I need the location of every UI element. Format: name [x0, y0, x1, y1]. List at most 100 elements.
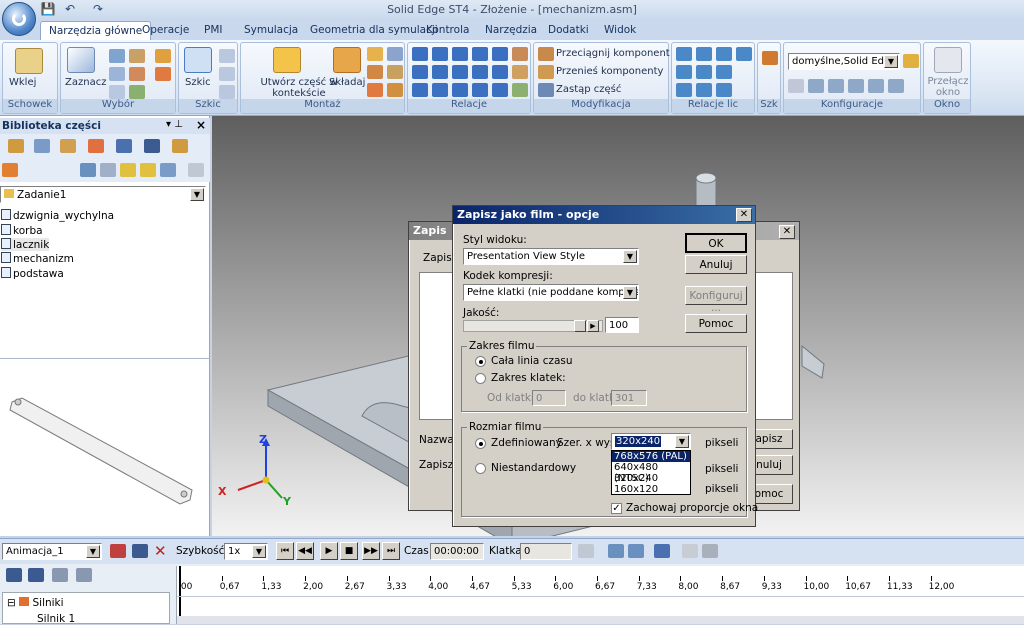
- timeline-tool-icon[interactable]: [28, 568, 44, 582]
- relation-tool-icon[interactable]: [512, 47, 528, 61]
- configure-button[interactable]: Konfiguruj ...: [685, 286, 747, 314]
- quality-slider[interactable]: [463, 320, 603, 332]
- library-tool-icon[interactable]: [2, 163, 18, 177]
- ground-icon[interactable]: [452, 83, 468, 97]
- tab-narzedzia[interactable]: Narzędzia: [477, 21, 545, 40]
- config-tool-icon[interactable]: [788, 79, 804, 93]
- switch-window-button[interactable]: Przełącz okno: [926, 76, 970, 98]
- configuration-select[interactable]: domyślne,Solid Edge ▼: [788, 53, 900, 70]
- tree-node[interactable]: ⊟ Silniki: [7, 597, 64, 609]
- face-relation-icon[interactable]: [736, 47, 752, 61]
- tab-pmi[interactable]: PMI: [196, 21, 231, 40]
- relation-tool-icon[interactable]: [512, 83, 528, 97]
- mate-icon[interactable]: [412, 47, 428, 61]
- step-forward-button[interactable]: ▶▶: [362, 542, 380, 560]
- zoom-out-icon[interactable]: [608, 544, 624, 558]
- switch-window-icon[interactable]: [934, 47, 962, 73]
- codec-select[interactable]: Pełne klatki (nie poddane kompresji) ▼: [463, 284, 639, 301]
- component-icon[interactable]: [155, 49, 171, 63]
- face-relation-icon[interactable]: [676, 83, 692, 97]
- go-end-button[interactable]: ⏭: [382, 542, 400, 560]
- range-frames-radio[interactable]: [475, 373, 486, 384]
- drag-component-button[interactable]: Przeciągnij komponent: [556, 48, 670, 59]
- dropdown-option[interactable]: 320x240: [612, 473, 690, 484]
- chevron-down-icon[interactable]: ▼: [623, 286, 637, 299]
- path-icon[interactable]: [412, 83, 428, 97]
- face-relation-icon[interactable]: [716, 65, 732, 79]
- library-tool-icon[interactable]: [34, 139, 50, 153]
- list-item[interactable]: mechanizm: [1, 252, 74, 265]
- list-item[interactable]: podstawa: [1, 267, 64, 280]
- tool-icon[interactable]: [702, 544, 718, 558]
- tab-widok[interactable]: Widok: [596, 21, 644, 40]
- dropdown-option[interactable]: 640x480 (NTSC): [612, 462, 690, 484]
- dropdown-option[interactable]: 768x576 (PAL): [612, 451, 690, 462]
- paste-button[interactable]: Wklej: [9, 77, 36, 88]
- pin-icon[interactable]: ▾ ⊥: [166, 119, 183, 130]
- quality-input[interactable]: 100: [605, 317, 639, 333]
- timeline-tool-icon[interactable]: [6, 568, 22, 582]
- go-start-button[interactable]: ⏮: [276, 542, 294, 560]
- assembly-tool-icon[interactable]: [367, 47, 383, 61]
- config-tool-icon[interactable]: [888, 79, 904, 93]
- chevron-down-icon[interactable]: ▼: [884, 55, 898, 68]
- slider-right-arrow[interactable]: ▶: [587, 320, 599, 332]
- center-icon[interactable]: [472, 83, 488, 97]
- save-animation-icon[interactable]: [132, 544, 148, 558]
- timeline-tool-icon[interactable]: [76, 568, 92, 582]
- list-item[interactable]: lacznik: [1, 238, 50, 251]
- component-select-icon[interactable]: [155, 67, 171, 81]
- save-icon[interactable]: 💾: [40, 2, 56, 17]
- tool-icon[interactable]: [682, 544, 698, 558]
- align-icon[interactable]: [432, 47, 448, 61]
- back-icon[interactable]: [100, 163, 116, 177]
- search-icon[interactable]: [188, 163, 204, 177]
- list-item[interactable]: korba: [1, 224, 43, 237]
- chevron-down-icon[interactable]: ▼: [623, 250, 637, 263]
- cancel-button[interactable]: Anuluj: [685, 255, 747, 274]
- bracket-icon[interactable]: [129, 49, 145, 63]
- speed-select[interactable]: 1x ▼: [224, 543, 268, 560]
- face-relation-icon[interactable]: [676, 65, 692, 79]
- size-select[interactable]: 320x240 ▼: [611, 433, 691, 450]
- config-tool-icon[interactable]: [848, 79, 864, 93]
- tree-node[interactable]: Silnik 1: [37, 613, 75, 625]
- tab-dodatki[interactable]: Dodatki: [540, 21, 597, 40]
- move-components-button[interactable]: Przenieś komponenty: [556, 66, 663, 77]
- library-tool-icon[interactable]: [60, 139, 76, 153]
- new-animation-icon[interactable]: [110, 544, 126, 558]
- up-folder-icon[interactable]: [120, 163, 136, 177]
- create-part-icon[interactable]: [273, 47, 301, 73]
- library-tool-icon[interactable]: [80, 163, 96, 177]
- library-tool-icon[interactable]: [8, 139, 24, 153]
- gear-icon[interactable]: [492, 65, 508, 79]
- library-tool-icon[interactable]: [172, 139, 188, 153]
- face-relation-icon[interactable]: [696, 65, 712, 79]
- angle-icon[interactable]: [492, 47, 508, 61]
- rigid-icon[interactable]: [432, 83, 448, 97]
- to-frame-input[interactable]: 301: [611, 390, 647, 406]
- timeline-ruler[interactable]: [176, 566, 1024, 624]
- chevron-down-icon[interactable]: ▼: [675, 435, 689, 448]
- help-button[interactable]: Pomoc: [685, 314, 747, 333]
- ok-button[interactable]: OK: [685, 233, 747, 253]
- library-tool-icon[interactable]: [88, 139, 104, 153]
- delete-icon[interactable]: ✕: [154, 542, 167, 560]
- library-tool-icon[interactable]: [116, 139, 132, 153]
- face-relation-icon[interactable]: [676, 47, 692, 61]
- sketch-icon[interactable]: [184, 47, 212, 73]
- tangent-icon[interactable]: [452, 65, 468, 79]
- select-button[interactable]: Zaznacz: [65, 77, 106, 88]
- assemble-icon[interactable]: [333, 47, 361, 73]
- assembly-tool-icon[interactable]: [387, 83, 403, 97]
- timeline-settings-icon[interactable]: [578, 544, 594, 558]
- timeline-tool-icon[interactable]: [52, 568, 68, 582]
- face-relation-icon[interactable]: [716, 83, 732, 97]
- sketch-button[interactable]: Szkic: [185, 77, 211, 88]
- folder-select[interactable]: Zadanie1 ▼: [0, 186, 206, 203]
- size-defined-radio[interactable]: [475, 438, 486, 449]
- close-button[interactable]: ✕: [736, 208, 752, 222]
- assemble-button[interactable]: Składaj: [329, 77, 365, 88]
- close-icon[interactable]: ×: [196, 118, 206, 132]
- planar-icon[interactable]: [432, 65, 448, 79]
